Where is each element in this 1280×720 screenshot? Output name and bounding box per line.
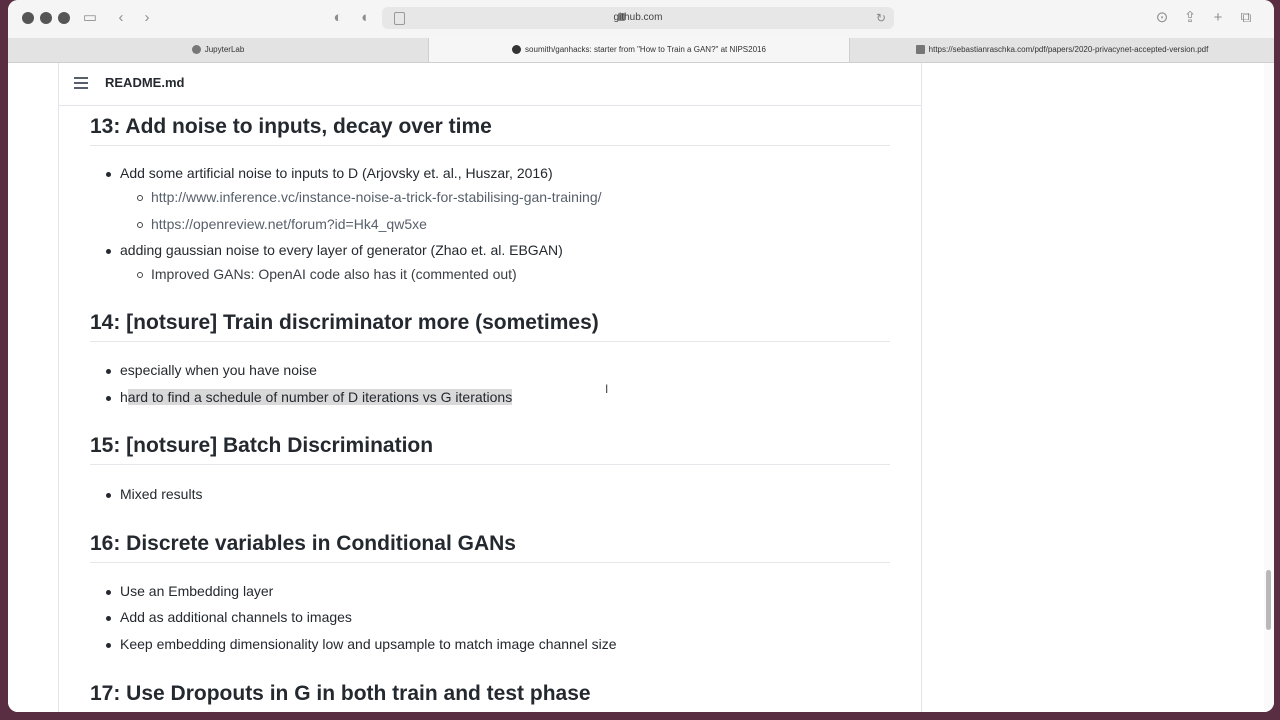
outline-list-icon[interactable] <box>74 77 88 89</box>
unselected-text: h <box>120 389 128 405</box>
section-heading: 13: Add noise to inputs, decay over time <box>90 115 890 146</box>
tab-label: JupyterLab <box>204 45 245 54</box>
sidebar-toggle-icon[interactable]: ▭ <box>82 8 98 28</box>
address-url: github.com <box>613 12 663 23</box>
tab-ganhacks[interactable]: soumith/ganhacks: starter from "How to T… <box>429 38 850 62</box>
list-item: Keep embedding dimensionality low and up… <box>106 636 617 652</box>
minimize-window-button[interactable] <box>40 12 52 24</box>
privacy-report-icon[interactable]: ◐ <box>330 8 346 28</box>
scrollbar-thumb[interactable] <box>1266 570 1271 630</box>
tab-strip: JupyterLab soumith/ganhacks: starter fro… <box>8 38 1274 63</box>
readme-title: README.md <box>105 75 185 90</box>
new-tab-icon[interactable]: + <box>1210 8 1226 28</box>
sub-list-item: Improved GANs: OpenAI code also has it (… <box>137 266 517 282</box>
tab-overview-icon[interactable]: ⧉ <box>1238 8 1254 28</box>
list-item: adding gaussian noise to every layer of … <box>106 242 563 258</box>
address-bar[interactable]: github.com ↻ <box>382 7 894 29</box>
back-icon[interactable]: ‹ <box>114 8 128 28</box>
shield-icon[interactable]: ◖ <box>356 8 372 28</box>
tab-pdf[interactable]: https://sebastianraschka.com/pdf/papers/… <box>850 38 1274 62</box>
document-icon <box>915 45 925 55</box>
reference-link[interactable]: https://openreview.net/forum?id=Hk4_qw5x… <box>137 216 427 232</box>
selected-text: ard to find a schedule of number of D it… <box>127 389 513 405</box>
share-icon[interactable]: ⇪ <box>1182 8 1198 28</box>
tab-jupyterlab[interactable]: JupyterLab <box>8 38 429 62</box>
section-heading: 17: Use Dropouts in G in both train and … <box>90 682 591 705</box>
forward-icon[interactable]: › <box>140 8 154 28</box>
jupyter-icon <box>191 45 201 55</box>
list-item: Use an Embedding layer <box>105 583 274 599</box>
close-window-button[interactable] <box>22 12 34 24</box>
zoom-window-button[interactable] <box>58 12 70 24</box>
reference-link[interactable]: http://www.inference.vc/instance-noise-a… <box>137 189 602 205</box>
github-icon <box>512 45 522 55</box>
section-heading: 15: [notsure] Batch Discrimination <box>90 434 890 465</box>
readme-header: README.md <box>59 63 921 106</box>
page-content: README.md 13: Add noise to inputs, decay… <box>8 63 1274 712</box>
section-heading: 14: [notsure] Train discriminator more (… <box>90 311 890 342</box>
list-item: Add some artificial noise to inputs to D… <box>106 165 553 181</box>
list-item: especially when you have noise <box>106 362 317 378</box>
list-item: Add as additional channels to images <box>106 609 352 625</box>
tab-label: https://sebastianraschka.com/pdf/papers/… <box>928 45 1209 54</box>
reload-icon[interactable]: ↻ <box>876 7 886 29</box>
downloads-icon[interactable]: ⊙ <box>1154 8 1170 28</box>
tab-label: soumith/ganhacks: starter from "How to T… <box>525 45 766 54</box>
list-item: Mixed results <box>105 486 203 502</box>
browser-window: ▭ ‹ › ◐ ◖ github.com ↻ ⊙ ⇪ + ⧉ JupyterLa… <box>8 0 1274 712</box>
list-item: hard to find a schedule of number of D i… <box>105 389 513 405</box>
text-cursor-icon: I <box>605 382 609 396</box>
browser-toolbar: ▭ ‹ › ◐ ◖ github.com ↻ ⊙ ⇪ + ⧉ <box>8 0 1274 39</box>
readme-box: README.md 13: Add noise to inputs, decay… <box>58 63 922 712</box>
section-heading: 16: Discrete variables in Conditional GA… <box>90 532 890 563</box>
